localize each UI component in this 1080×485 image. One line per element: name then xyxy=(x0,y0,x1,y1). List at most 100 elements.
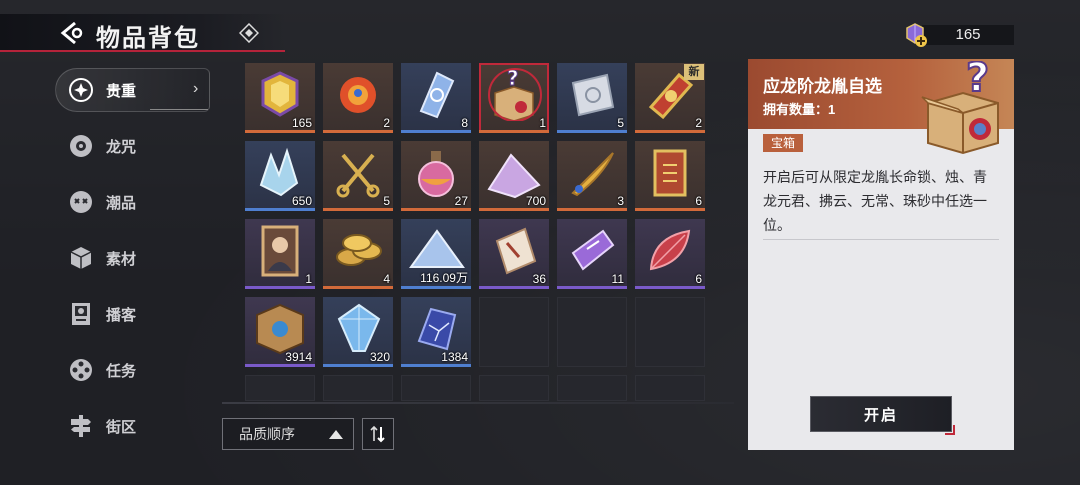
page-title: 物品背包 xyxy=(96,25,200,52)
paper-ticket-item-slot[interactable]: 36 xyxy=(479,219,549,289)
coin-stack-item-slot[interactable]: 4 xyxy=(323,219,393,289)
category-sidebar: › 贵重 龙咒 潮品 素材 播客 任务 街区 xyxy=(0,62,210,462)
street-sign-icon xyxy=(68,413,94,439)
empty-slot xyxy=(557,297,627,367)
item-quantity: 6 xyxy=(695,194,702,208)
rarity-bar xyxy=(557,130,627,133)
open-button-label: 开启 xyxy=(863,406,898,424)
sidebar-item-podcast[interactable]: 播客 xyxy=(68,294,198,334)
rarity-bar xyxy=(479,208,549,211)
sidebar-item-district[interactable]: 街区 xyxy=(68,406,198,446)
rarity-bar xyxy=(401,130,471,133)
ice-crystal-item-slot[interactable]: 650 xyxy=(245,141,315,211)
triangle-up-icon xyxy=(329,430,343,439)
empty-slot xyxy=(479,375,549,401)
item-detail-panel: 应龙阶龙胤自选 拥有数量：1 ? 宝箱 开启后可从限定龙胤长命锁、烛、青龙元君、… xyxy=(748,54,1014,450)
sidebar-item-materials[interactable]: 素材 xyxy=(68,238,198,278)
golden-scissors-item-slot[interactable]: 5 xyxy=(323,141,393,211)
item-quantity: 4 xyxy=(383,272,390,286)
portrait-card-item-slot[interactable]: 1 xyxy=(245,219,315,289)
detail-divider xyxy=(763,239,999,240)
sidebar-item-trendy[interactable]: 潮品 xyxy=(68,182,198,222)
detail-description: 开启后可从限定龙胤长命锁、烛、青龙元君、拂云、无常、珠砂中任选一位。 xyxy=(763,169,987,233)
empty-slot xyxy=(635,375,705,401)
crystal-plus-icon[interactable] xyxy=(902,22,927,48)
header: 物品背包 xyxy=(0,0,290,66)
silver-ticket-item-slot[interactable]: 5 xyxy=(557,63,627,133)
item-quantity: 700 xyxy=(525,194,546,208)
sort-order-icon xyxy=(370,425,385,443)
sidebar-item-dragon-curse[interactable]: 龙咒 xyxy=(68,126,198,166)
back-button[interactable] xyxy=(58,20,90,46)
purple-ticket-item-slot[interactable]: 11 xyxy=(557,219,627,289)
blue-sand-item-slot[interactable]: 116.09万 xyxy=(401,219,471,289)
sort-dropdown[interactable]: 品质顺序 xyxy=(222,418,354,450)
rarity-bar xyxy=(401,364,471,367)
sidebar-item-tasks[interactable]: 任务 xyxy=(68,350,198,390)
empty-slot xyxy=(479,297,549,367)
dragon-spirit-item-slot[interactable]: 2 xyxy=(323,63,393,133)
item-quantity: 2 xyxy=(383,116,390,130)
paper-ticket-icon xyxy=(485,223,543,277)
mystery-box-icon: ? xyxy=(485,66,543,122)
potion-flask-item-slot[interactable]: 27 xyxy=(401,141,471,211)
mystery-box-icon: ? xyxy=(914,54,1012,157)
rarity-bar xyxy=(323,130,393,133)
coin-stack-icon xyxy=(329,223,387,277)
portrait-card-icon xyxy=(251,223,309,277)
potion-flask-icon xyxy=(407,145,465,199)
inventory-grid: 165 2 8? 1 5 2 新 650 5 27 700 3 6 1 4 116.09万 36 11 6 3914 3… xyxy=(245,63,735,403)
item-quantity: 5 xyxy=(617,116,624,130)
cracked-crystal-item-slot[interactable]: 1384 xyxy=(401,297,471,367)
item-quantity: 3914 xyxy=(285,350,312,364)
mechanical-cube-icon xyxy=(251,301,309,355)
mystery-box-item-slot[interactable]: ? 1 xyxy=(479,63,549,133)
item-quantity: 116.09万 xyxy=(420,271,468,285)
blue-gem-item-slot[interactable]: 320 xyxy=(323,297,393,367)
sidebar-item-label: 龙咒 xyxy=(106,138,137,156)
ornate-card-item-slot[interactable]: 6 xyxy=(635,141,705,211)
rarity-bar xyxy=(245,208,315,211)
rarity-bar xyxy=(635,286,705,289)
mechanical-cube-item-slot[interactable]: 3914 xyxy=(245,297,315,367)
currency-display[interactable]: 165 xyxy=(900,22,1014,48)
blue-gem-icon xyxy=(329,301,387,355)
item-quantity: 5 xyxy=(383,194,390,208)
rarity-bar xyxy=(635,130,705,133)
new-badge: 新 xyxy=(684,64,704,80)
sidebar-item-label: 街区 xyxy=(106,418,137,436)
gold-gem-item-slot[interactable]: 165 xyxy=(245,63,315,133)
red-leaf-icon xyxy=(641,223,699,277)
sidebar-item-valuables[interactable]: 贵重 xyxy=(68,70,198,110)
empty-slot xyxy=(557,375,627,401)
red-leaf-item-slot[interactable]: 6 xyxy=(635,219,705,289)
open-button[interactable]: 开启 xyxy=(810,396,955,435)
rarity-bar xyxy=(323,286,393,289)
item-quantity: 36 xyxy=(532,272,546,286)
golden-scissors-icon xyxy=(329,145,387,199)
currency-value: 165 xyxy=(955,26,981,43)
sidebar-item-label: 贵重 xyxy=(106,82,137,100)
purple-powder-icon xyxy=(485,145,543,199)
gold-ticket-item-slot[interactable]: 2新 xyxy=(635,63,705,133)
golden-feather-item-slot[interactable]: 3 xyxy=(557,141,627,211)
item-quantity: 3 xyxy=(617,194,624,208)
disc-icon xyxy=(68,133,94,159)
empty-slot xyxy=(323,375,393,401)
rarity-bar xyxy=(245,286,315,289)
rarity-bar xyxy=(245,364,315,367)
sidebar-item-label: 素材 xyxy=(106,250,137,268)
svg-text:?: ? xyxy=(966,61,989,101)
sort-order-toggle[interactable] xyxy=(362,418,394,450)
category-tag: 宝箱 xyxy=(763,134,803,152)
item-quantity: 27 xyxy=(454,194,468,208)
blue-crystal-shard-item-slot[interactable]: 8 xyxy=(401,63,471,133)
sidebar-item-label: 播客 xyxy=(106,306,137,324)
item-quantity: 650 xyxy=(291,194,312,208)
rarity-bar xyxy=(401,286,471,289)
item-quantity: 8 xyxy=(461,116,468,130)
purple-powder-item-slot[interactable]: 700 xyxy=(479,141,549,211)
item-quantity: 320 xyxy=(369,350,390,364)
rarity-bar xyxy=(557,286,627,289)
empty-slot xyxy=(401,375,471,401)
